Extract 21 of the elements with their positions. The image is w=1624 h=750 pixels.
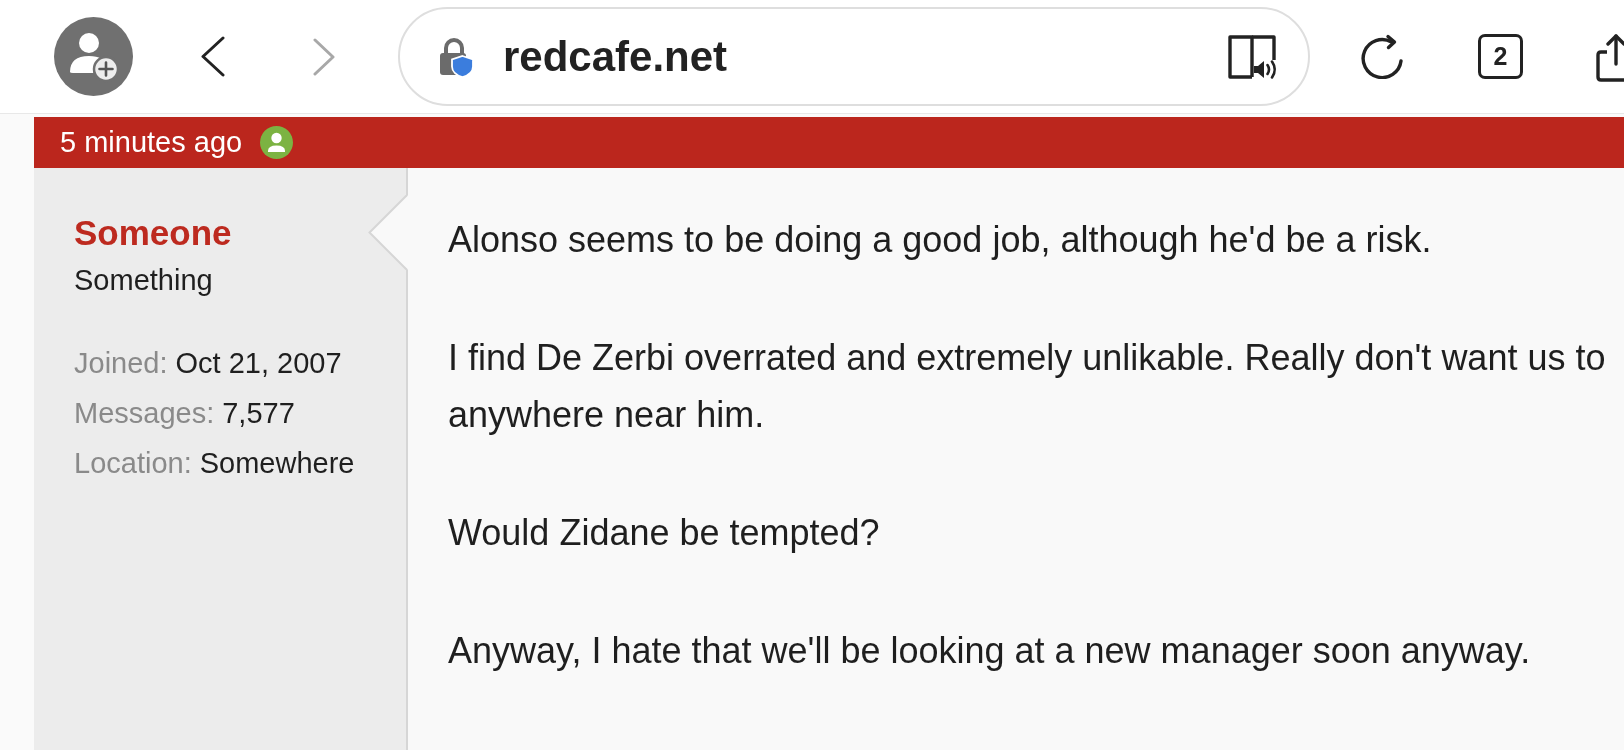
post-time[interactable]: 5 minutes ago (60, 120, 243, 165)
back-icon[interactable] (200, 36, 225, 77)
stat-value: Oct 21, 2007 (175, 346, 342, 381)
address-bar[interactable]: redcafe.net (398, 7, 1310, 106)
stat-label: Messages: (74, 396, 215, 431)
stat-value: 7,577 (222, 396, 295, 431)
url-text[interactable]: redcafe.net (503, 25, 728, 88)
author-title: Something (74, 263, 213, 298)
reload-icon[interactable] (1359, 34, 1405, 79)
stat-label: Joined: (74, 346, 168, 381)
share-icon[interactable] (1596, 31, 1624, 82)
add-profile-icon[interactable] (54, 17, 133, 96)
tab-count-button[interactable]: 2 (1478, 34, 1523, 79)
post-paragraph: I find De Zerbi overrated and extremely unlikable. Really don't want us to anywhere near him. (448, 336, 1606, 437)
author-name[interactable]: Someone (74, 212, 232, 254)
post-paragraph: Anyway, I hate that we'll be looking at a new manager soon anyway. (448, 629, 1531, 673)
stat-label: Location: (74, 446, 192, 481)
lock-shield-icon (438, 35, 475, 78)
stat-value: Somewhere (199, 446, 355, 481)
post-paragraph: Alonso seems to be doing a good job, although he'd be a risk. (448, 218, 1432, 262)
post-paragraph: Would Zidane be tempted? (448, 511, 880, 555)
